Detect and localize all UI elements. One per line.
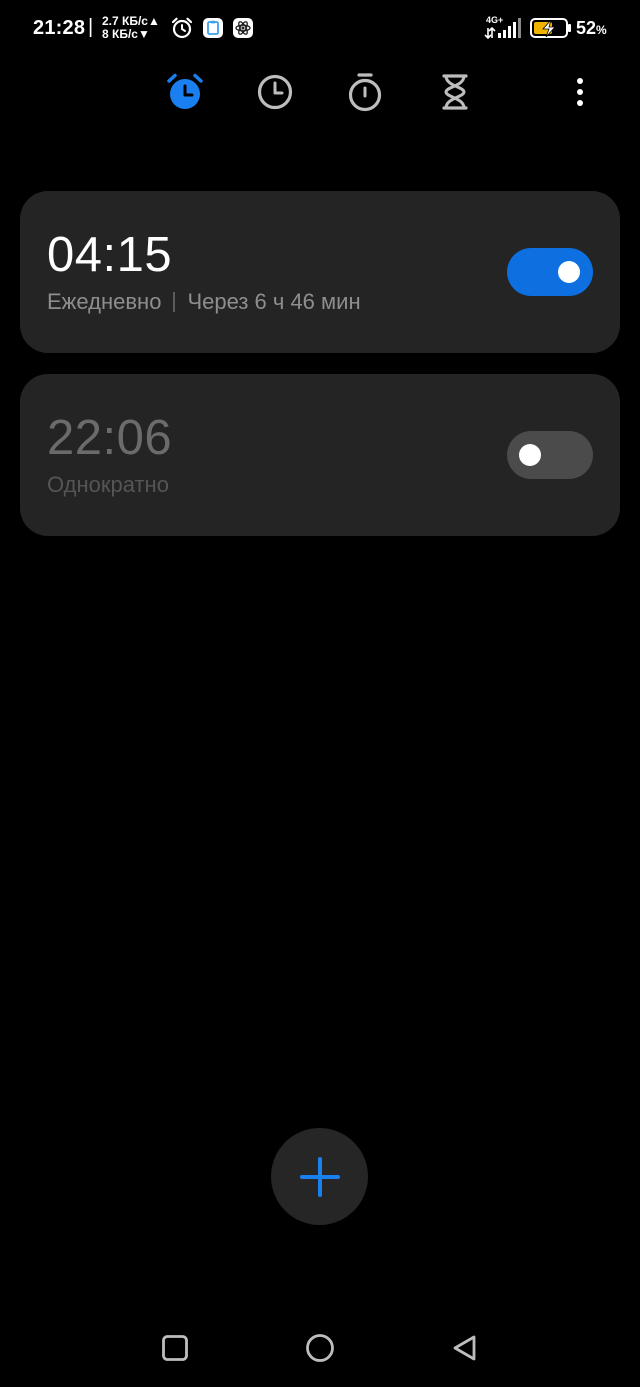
tab-world-clock[interactable]: [253, 70, 297, 114]
tab-alarm[interactable]: [163, 70, 207, 114]
back-triangle-icon: [453, 1335, 476, 1361]
clipboard-app-icon: [203, 18, 223, 38]
stopwatch-icon: [348, 73, 382, 112]
alarm-clock-icon: [167, 73, 203, 109]
alarm-toggle[interactable]: [507, 248, 593, 296]
alarm-repeat: Однократно: [47, 472, 169, 497]
alarm-item[interactable]: 04:15 Ежедневно Через 6 ч 46 мин: [20, 191, 620, 353]
home-circle-icon: [306, 1334, 334, 1362]
back-button[interactable]: [443, 1326, 487, 1370]
home-button[interactable]: [298, 1326, 342, 1370]
clock-app-screen: 21:28 | 2.7 КБ/с▲ 8 КБ/с▼ 4G+ 52% 04:15 …: [0, 0, 640, 1387]
status-separator: |: [88, 16, 94, 38]
download-speed: 8 КБ/с▼: [102, 27, 150, 41]
alarm-remaining: Через 6 ч 46 мин: [187, 289, 361, 314]
recents-square-icon: [162, 1335, 188, 1361]
alarm-toggle[interactable]: [507, 431, 593, 479]
tab-stopwatch[interactable]: [343, 70, 387, 114]
toggle-knob: [519, 444, 541, 466]
add-alarm-button[interactable]: [271, 1128, 368, 1225]
atom-app-icon: [233, 18, 253, 38]
battery-charging-icon: [530, 18, 571, 38]
more-options-button[interactable]: [560, 70, 600, 114]
alarm-item[interactable]: 22:06 Однократно: [20, 374, 620, 536]
alarm-details: Ежедневно Через 6 ч 46 мин: [47, 289, 361, 315]
recents-button[interactable]: [153, 1326, 197, 1370]
network-speed: 2.7 КБ/с▲ 8 КБ/с▼: [102, 15, 160, 41]
battery-percentage: 52%: [576, 18, 607, 38]
tab-timer[interactable]: [433, 70, 477, 114]
clock-icon: [257, 74, 293, 110]
toggle-knob: [558, 261, 580, 283]
status-bar: 21:28 | 2.7 КБ/с▲ 8 КБ/с▼ 4G+ 52%: [0, 0, 640, 56]
signal-icon: [484, 18, 521, 40]
alarm-time: 04:15: [47, 228, 173, 282]
status-time: 21:28: [33, 17, 86, 39]
alarm-clock-icon: [171, 17, 193, 39]
hourglass-icon: [442, 74, 468, 110]
alarm-details: Однократно: [47, 472, 169, 498]
alarm-time: 22:06: [47, 411, 173, 465]
more-vertical-icon: [577, 78, 583, 106]
alarm-repeat: Ежедневно: [47, 289, 162, 314]
plus-icon: [299, 1156, 340, 1197]
details-divider: [173, 292, 176, 312]
